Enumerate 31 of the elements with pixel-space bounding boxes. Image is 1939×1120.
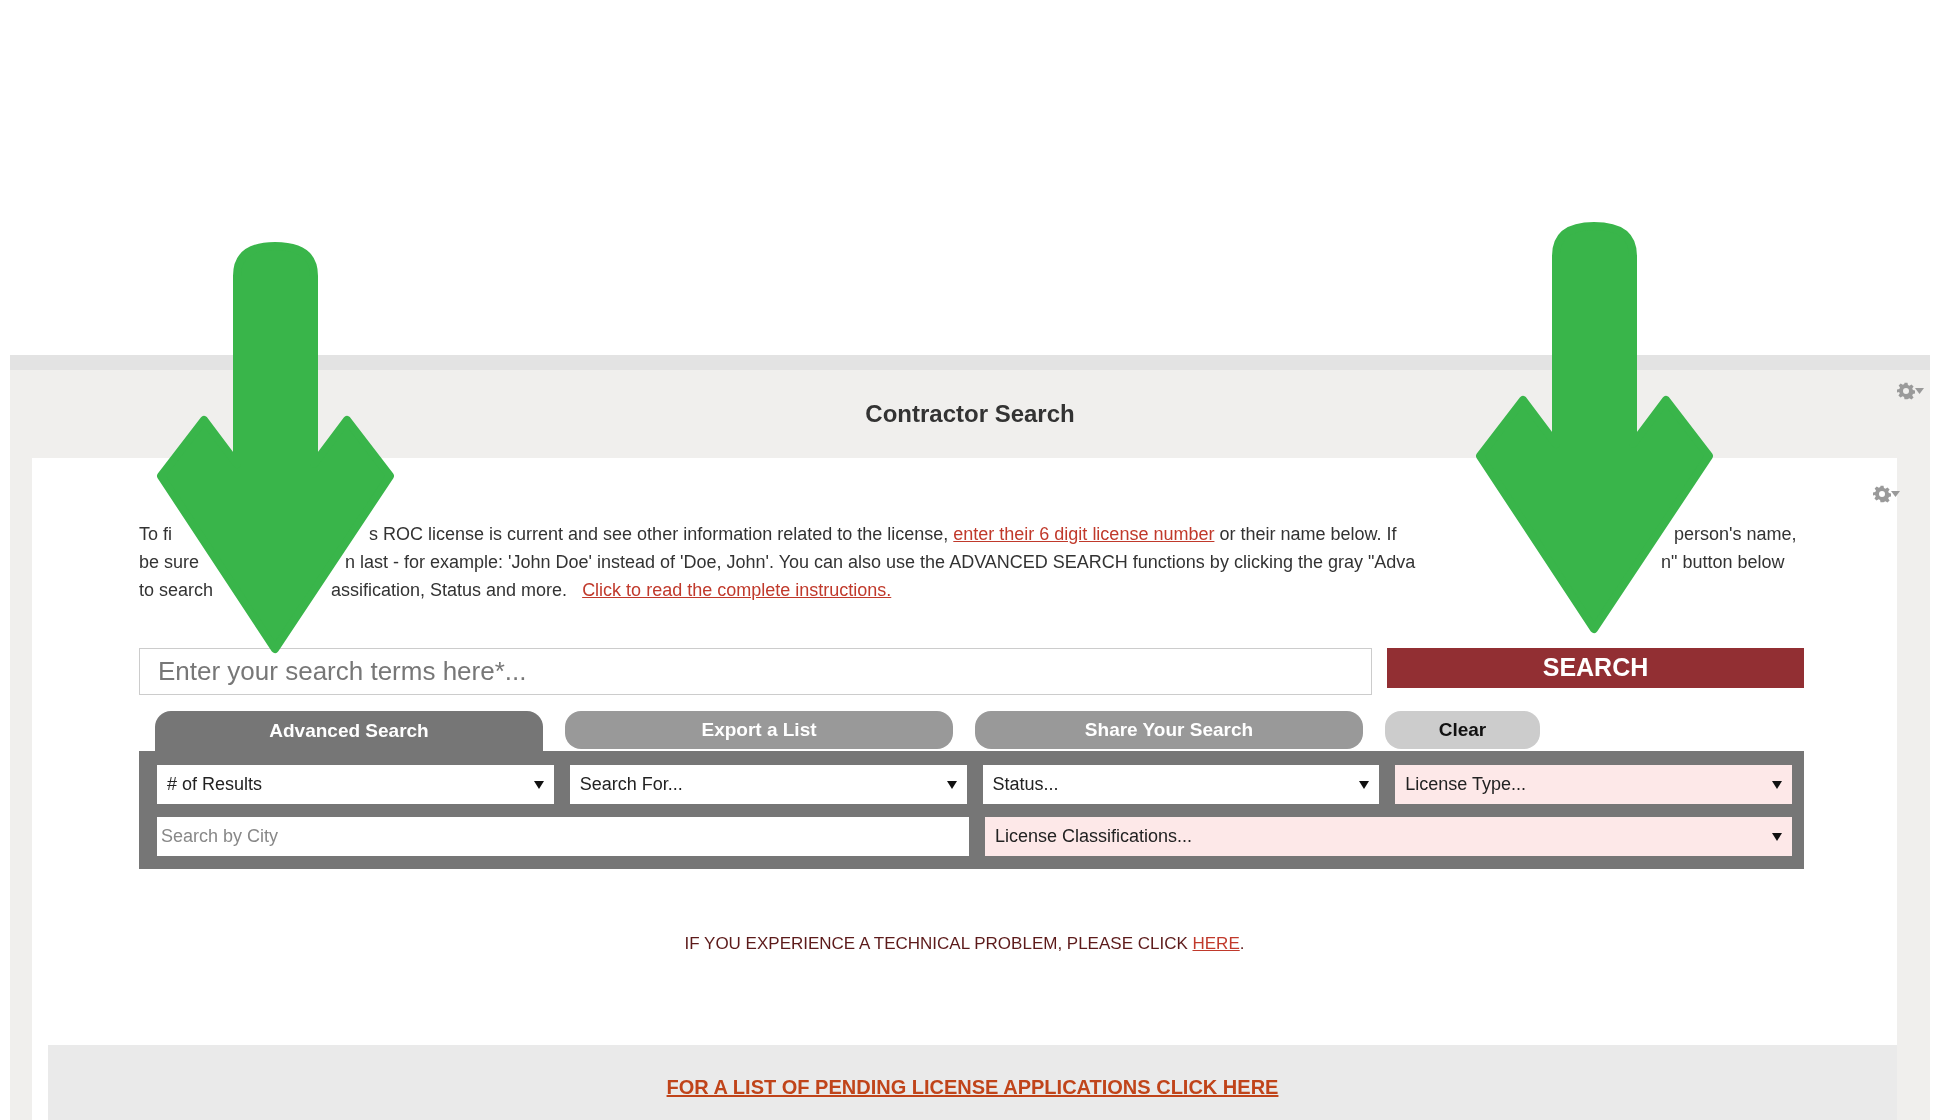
dropdown[interactable]: License Type... bbox=[1395, 765, 1792, 804]
intro-link[interactable]: enter their 6 digit license number bbox=[953, 524, 1215, 544]
intro-text: assification, Status and more. Click to read the complete instructions. bbox=[331, 580, 892, 600]
clear-button[interactable]: Clear bbox=[1385, 711, 1540, 749]
settings-icon[interactable] bbox=[1873, 485, 1900, 503]
dropdown[interactable]: License Classifications... bbox=[985, 817, 1792, 856]
intro-link[interactable]: Click to read the complete instructions. bbox=[582, 580, 892, 600]
dropdown[interactable]: Status... bbox=[982, 765, 1380, 804]
caret-icon bbox=[533, 780, 544, 789]
search-button[interactable]: SEARCH bbox=[1387, 648, 1804, 688]
intro-text: be sure bbox=[139, 552, 200, 572]
caret-icon bbox=[1359, 780, 1370, 789]
caret-icon bbox=[1772, 780, 1782, 789]
dropdown[interactable]: Search For... bbox=[569, 765, 967, 804]
caret-icon bbox=[1772, 832, 1782, 841]
intro-text: n" button below bbox=[1661, 552, 1785, 572]
panel-title: Contractor Search bbox=[865, 399, 1075, 429]
notice-text: IF YOU EXPERIENCE A TECHNICAL PROBLEM, PLEASE CLICK HERE. bbox=[684, 933, 1245, 955]
intro-text: person's name, bbox=[1674, 524, 1797, 544]
city-field[interactable]: Search by City bbox=[157, 817, 969, 856]
pending-applications-link[interactable]: FOR A LIST OF PENDING LICENSE APPLICATIONS CLICK HERE bbox=[666, 1071, 1279, 1102]
intro-text: s ROC license is current and see other information related to the license, enter their 6 digit license number or their name below. If bbox=[369, 524, 1397, 544]
tab[interactable]: Advanced Search bbox=[155, 711, 543, 751]
settings-icon[interactable] bbox=[1897, 382, 1924, 400]
search-field[interactable]: Enter your search terms here*... bbox=[139, 648, 1372, 695]
caret-icon bbox=[946, 780, 957, 789]
dropdown[interactable]: # of Results bbox=[157, 765, 554, 804]
intro-text: to search bbox=[139, 580, 214, 600]
intro-text: n last - for example: 'John Doe' instead of 'Doe, John'. You can also use the ADVANCED SEARCH functions by clicking the gray "Adva bbox=[345, 552, 1416, 572]
intro-text: To fi bbox=[139, 524, 172, 544]
here-link[interactable]: HERE bbox=[1192, 934, 1240, 953]
